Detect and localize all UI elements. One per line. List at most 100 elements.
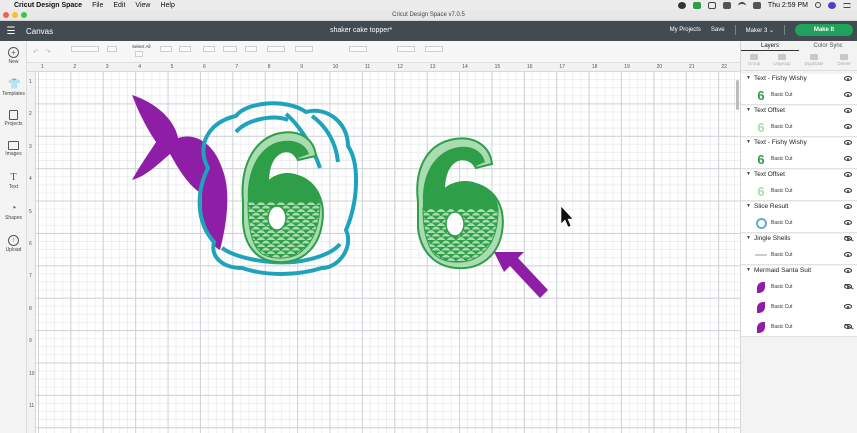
sidebar-item-projects[interactable]: Projects: [0, 110, 27, 127]
group-button[interactable]: Group: [743, 54, 765, 66]
visibility-eye-icon[interactable]: [844, 220, 852, 225]
offset-tool[interactable]: [179, 44, 191, 52]
layer-group-header[interactable]: ▼ Jingle Shells: [741, 234, 857, 245]
edit-tool[interactable]: [160, 44, 172, 52]
layer-group-header[interactable]: ▼ Slice Result: [741, 202, 857, 213]
menu-file[interactable]: File: [92, 2, 103, 9]
close-window-button[interactable]: [3, 12, 9, 18]
visibility-eye-icon[interactable]: [844, 252, 852, 257]
pen-icon[interactable]: [107, 44, 117, 52]
tab-color-sync[interactable]: Color Sync: [799, 41, 857, 51]
arrange-tool[interactable]: [223, 44, 237, 52]
sidebar-item-templates[interactable]: 👕 Templates: [0, 79, 27, 97]
spotlight-icon[interactable]: [815, 2, 821, 8]
hamburger-menu-icon[interactable]: ☰: [0, 26, 22, 37]
size-w-field[interactable]: [267, 44, 285, 52]
make-it-button[interactable]: Make It: [795, 24, 853, 36]
sidebar-item-upload[interactable]: ↑ Upload: [0, 235, 27, 253]
menu-view[interactable]: View: [135, 2, 150, 9]
align-tool[interactable]: [203, 44, 215, 52]
layer-group-header[interactable]: ▼ Mermaid Santa Suit: [741, 266, 857, 277]
position-x-field[interactable]: [397, 44, 415, 52]
menu-app-name[interactable]: Cricut Design Space: [14, 2, 82, 9]
visibility-eye-icon[interactable]: [844, 172, 852, 177]
sidebar-item-text[interactable]: T Text: [0, 172, 27, 190]
layer-row[interactable]: Basic Cut: [741, 214, 857, 232]
design-canvas[interactable]: [36, 72, 837, 433]
flip-tool[interactable]: [245, 44, 257, 52]
layer-group-header[interactable]: ▼ Text Offset: [741, 170, 857, 181]
redo-icon[interactable]: ↷: [45, 48, 51, 56]
chevron-down-icon[interactable]: ▼: [746, 267, 751, 273]
layer-row[interactable]: Basic Cut: [741, 278, 857, 296]
operation-select[interactable]: [71, 44, 99, 52]
visibility-eye-icon[interactable]: [844, 304, 852, 309]
layer-group[interactable]: ▼ Slice Result Basic Cut: [741, 202, 857, 233]
delete-button[interactable]: Delete: [833, 54, 855, 66]
layer-row[interactable]: Basic Cut: [741, 246, 857, 264]
save-button[interactable]: Save: [711, 27, 725, 33]
mermaid-tail[interactable]: [132, 95, 228, 250]
layer-group[interactable]: ▼ Text Offset 6 Basic Cut: [741, 106, 857, 137]
siri-icon[interactable]: [828, 1, 836, 9]
chevron-down-icon[interactable]: ▼: [746, 139, 751, 145]
number-six-right[interactable]: [416, 137, 504, 270]
layer-group-header[interactable]: ▼ Text Offset: [741, 106, 857, 117]
ungroup-button[interactable]: Ungroup: [771, 54, 793, 66]
sidebar-item-shapes[interactable]: ◔ Shapes: [0, 203, 27, 221]
layer-row[interactable]: Basic Cut: [741, 298, 857, 316]
my-projects-link[interactable]: My Projects: [670, 27, 701, 33]
layer-row[interactable]: 6 Basic Cut: [741, 150, 857, 168]
sidebar-item-new[interactable]: + New: [0, 47, 27, 65]
wifi-icon[interactable]: [737, 1, 746, 9]
visibility-eye-icon[interactable]: [844, 140, 852, 145]
minimize-window-button[interactable]: [12, 12, 18, 18]
layer-group-header[interactable]: ▼ Text - Fishy Wishy: [741, 74, 857, 85]
chevron-down-icon[interactable]: ▼: [746, 203, 751, 209]
project-title[interactable]: shaker cake topper*: [330, 27, 392, 34]
heart-icon[interactable]: [707, 1, 716, 9]
visibility-eye-icon[interactable]: [844, 268, 852, 273]
duplicate-button[interactable]: Duplicate: [803, 54, 825, 66]
layer-group[interactable]: ▼ Text Offset 6 Basic Cut: [741, 170, 857, 201]
layer-group[interactable]: ▼ Text - Fishy Wishy 6 Basic Cut: [741, 138, 857, 169]
layer-row[interactable]: 6 Basic Cut: [741, 182, 857, 200]
layer-row[interactable]: 6 Basic Cut: [741, 86, 857, 104]
visibility-eye-icon[interactable]: [844, 76, 852, 81]
visibility-eye-icon[interactable]: [844, 236, 852, 241]
volume-icon[interactable]: [752, 1, 761, 9]
tab-layers[interactable]: Layers: [741, 41, 799, 51]
chevron-down-icon[interactable]: ▼: [746, 171, 751, 177]
grammarly-icon[interactable]: [692, 1, 701, 9]
visibility-eye-icon[interactable]: [844, 188, 852, 193]
menu-help[interactable]: Help: [160, 2, 174, 9]
position-y-field[interactable]: [425, 44, 443, 52]
rotate-field[interactable]: [349, 44, 367, 52]
layer-row[interactable]: 6 Basic Cut: [741, 118, 857, 136]
zoom-window-button[interactable]: [21, 12, 27, 18]
select-all-button[interactable]: Select All: [132, 44, 151, 57]
display-icon[interactable]: [722, 1, 731, 9]
size-h-field[interactable]: [295, 44, 313, 52]
machine-select[interactable]: Maker 3 ⌄: [746, 27, 774, 34]
menu-edit[interactable]: Edit: [113, 2, 125, 9]
canvas-scrollbar[interactable]: [736, 80, 739, 110]
visibility-eye-icon[interactable]: [844, 204, 852, 209]
clock[interactable]: Thu 2:59 PM: [768, 2, 808, 9]
layer-row[interactable]: Basic Cut: [741, 318, 857, 336]
layer-group[interactable]: ▼ Jingle Shells Basic Cut: [741, 234, 857, 265]
layer-group[interactable]: ▼ Text - Fishy Wishy 6 Basic Cut: [741, 74, 857, 105]
number-six-left[interactable]: [241, 131, 324, 264]
chevron-down-icon[interactable]: ▼: [746, 75, 751, 81]
creative-cloud-icon[interactable]: [677, 1, 686, 9]
visibility-eye-icon[interactable]: [844, 324, 852, 329]
visibility-eye-icon[interactable]: [844, 92, 852, 97]
undo-icon[interactable]: ↶: [33, 48, 39, 56]
control-center-icon[interactable]: [843, 2, 851, 8]
sidebar-item-images[interactable]: Images: [0, 141, 27, 157]
visibility-eye-icon[interactable]: [844, 124, 852, 129]
chevron-down-icon[interactable]: ▼: [746, 235, 751, 241]
layer-group[interactable]: ▼ Mermaid Santa Suit Basic Cut Basic Cut Bas…: [741, 266, 857, 337]
visibility-eye-icon[interactable]: [844, 156, 852, 161]
visibility-eye-icon[interactable]: [844, 108, 852, 113]
